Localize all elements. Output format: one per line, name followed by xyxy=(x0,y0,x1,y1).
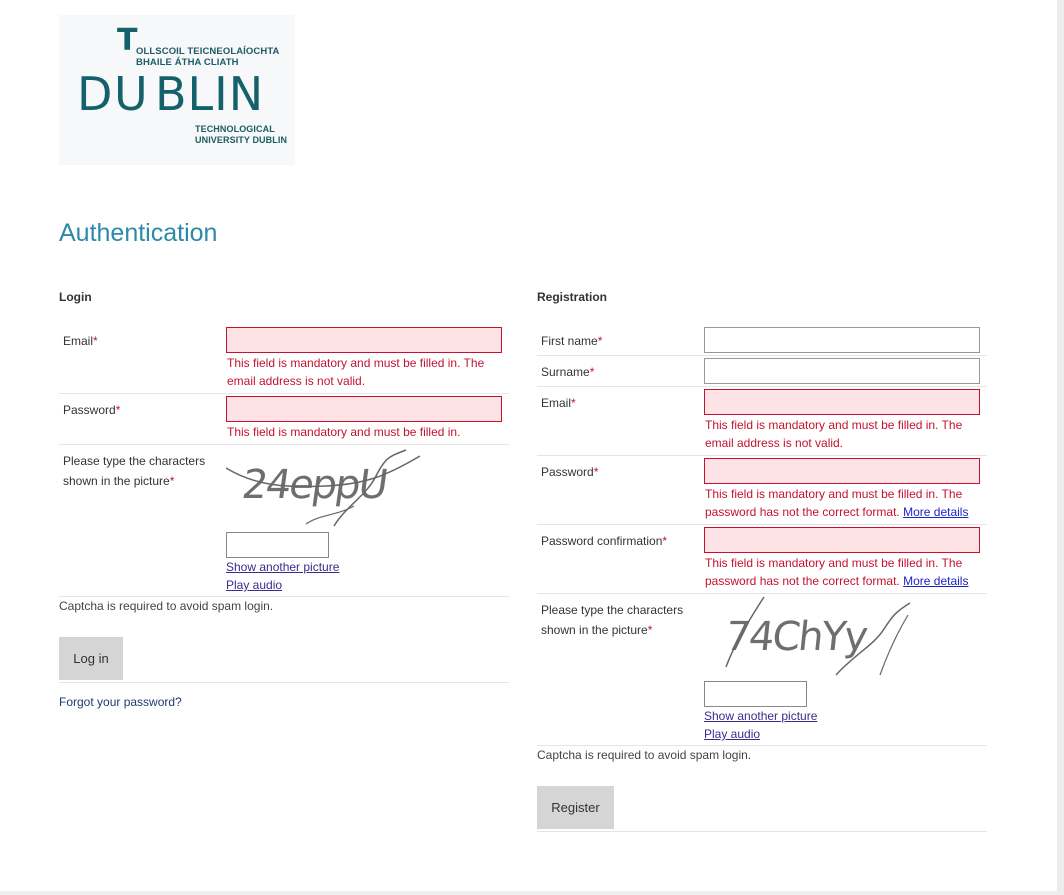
login-password-error: This field is mandatory and must be fill… xyxy=(227,425,461,439)
reg-captcha-image: 74ChYy xyxy=(723,596,911,676)
divider xyxy=(537,386,987,387)
login-play-audio-link[interactable]: Play audio xyxy=(226,578,282,592)
logo-letter-u: U xyxy=(114,67,149,121)
reg-password-input[interactable] xyxy=(704,458,980,484)
login-email-input[interactable] xyxy=(226,327,502,353)
logo-line4: UNIVERSITY DUBLIN xyxy=(195,135,288,145)
logo-letters-blin: BLIN xyxy=(155,67,265,121)
reg-password-more-details-link[interactable]: More details xyxy=(903,505,968,519)
reg-email-label: Email* xyxy=(541,396,576,410)
reg-email-input[interactable] xyxy=(704,389,980,415)
reg-first-name-input[interactable] xyxy=(704,327,980,353)
divider xyxy=(537,455,987,456)
reg-email-error: This field is mandatory and must be fill… xyxy=(705,418,963,450)
reg-password-confirmation-error: This field is mandatory and must be fill… xyxy=(705,556,969,588)
login-button[interactable]: Log in xyxy=(59,637,123,680)
divider xyxy=(59,393,509,394)
divider xyxy=(59,682,509,683)
logo-line3: TECHNOLOGICAL xyxy=(195,124,275,134)
reg-surname-label: Surname* xyxy=(541,365,595,379)
login-captcha-input[interactable] xyxy=(226,532,329,558)
login-section-title: Login xyxy=(59,290,92,304)
reg-password-label: Password* xyxy=(541,465,599,479)
tu-dublin-logo: OLLSCOIL TEICNEOLAÍOCHTA BHAILE ÁTHA CLI… xyxy=(59,15,295,165)
reg-show-another-picture-link[interactable]: Show another picture xyxy=(704,709,817,723)
registration-section-title: Registration xyxy=(537,290,608,304)
register-button[interactable]: Register xyxy=(537,786,614,829)
reg-password-confirmation-label: Password confirmation* xyxy=(541,534,668,548)
login-password-label: Password* xyxy=(63,403,121,417)
divider xyxy=(537,745,987,746)
logo-letter-t: T xyxy=(117,23,139,58)
bottom-edge xyxy=(0,891,1064,895)
divider xyxy=(59,596,509,597)
reg-password-confirmation-input[interactable] xyxy=(704,527,980,553)
login-captcha-note: Captcha is required to avoid spam login. xyxy=(59,599,274,613)
reg-password-error: This field is mandatory and must be fill… xyxy=(705,487,969,519)
reg-confirm-more-details-link[interactable]: More details xyxy=(903,574,968,588)
login-captcha-image: 24eppU xyxy=(226,449,421,527)
reg-surname-input[interactable] xyxy=(704,358,980,384)
reg-captcha-note: Captcha is required to avoid spam login. xyxy=(537,748,752,762)
divider xyxy=(537,355,987,356)
login-show-another-picture-link[interactable]: Show another picture xyxy=(226,560,339,574)
divider xyxy=(537,593,987,594)
logo-letter-d: D xyxy=(77,67,114,121)
divider xyxy=(537,831,987,832)
forgot-password-link[interactable]: Forgot your password? xyxy=(59,695,182,709)
login-email-error: This field is mandatory and must be fill… xyxy=(227,356,485,388)
reg-captcha-label: Please type the characters shown in the … xyxy=(541,603,684,637)
reg-first-name-label: First name* xyxy=(541,334,603,348)
login-captcha-label: Please type the characters shown in the … xyxy=(63,454,206,488)
logo-line1: OLLSCOIL TEICNEOLAÍOCHTA xyxy=(136,46,280,57)
svg-text:74ChYy: 74ChYy xyxy=(723,614,869,660)
login-email-label: Email* xyxy=(63,334,98,348)
svg-text:24eppU: 24eppU xyxy=(239,462,389,508)
page-title: Authentication xyxy=(59,219,218,247)
scrollbar[interactable] xyxy=(1057,0,1064,895)
reg-play-audio-link[interactable]: Play audio xyxy=(704,727,760,741)
reg-captcha-input[interactable] xyxy=(704,681,807,707)
divider xyxy=(59,444,509,445)
login-password-input[interactable] xyxy=(226,396,502,422)
divider xyxy=(537,524,987,525)
